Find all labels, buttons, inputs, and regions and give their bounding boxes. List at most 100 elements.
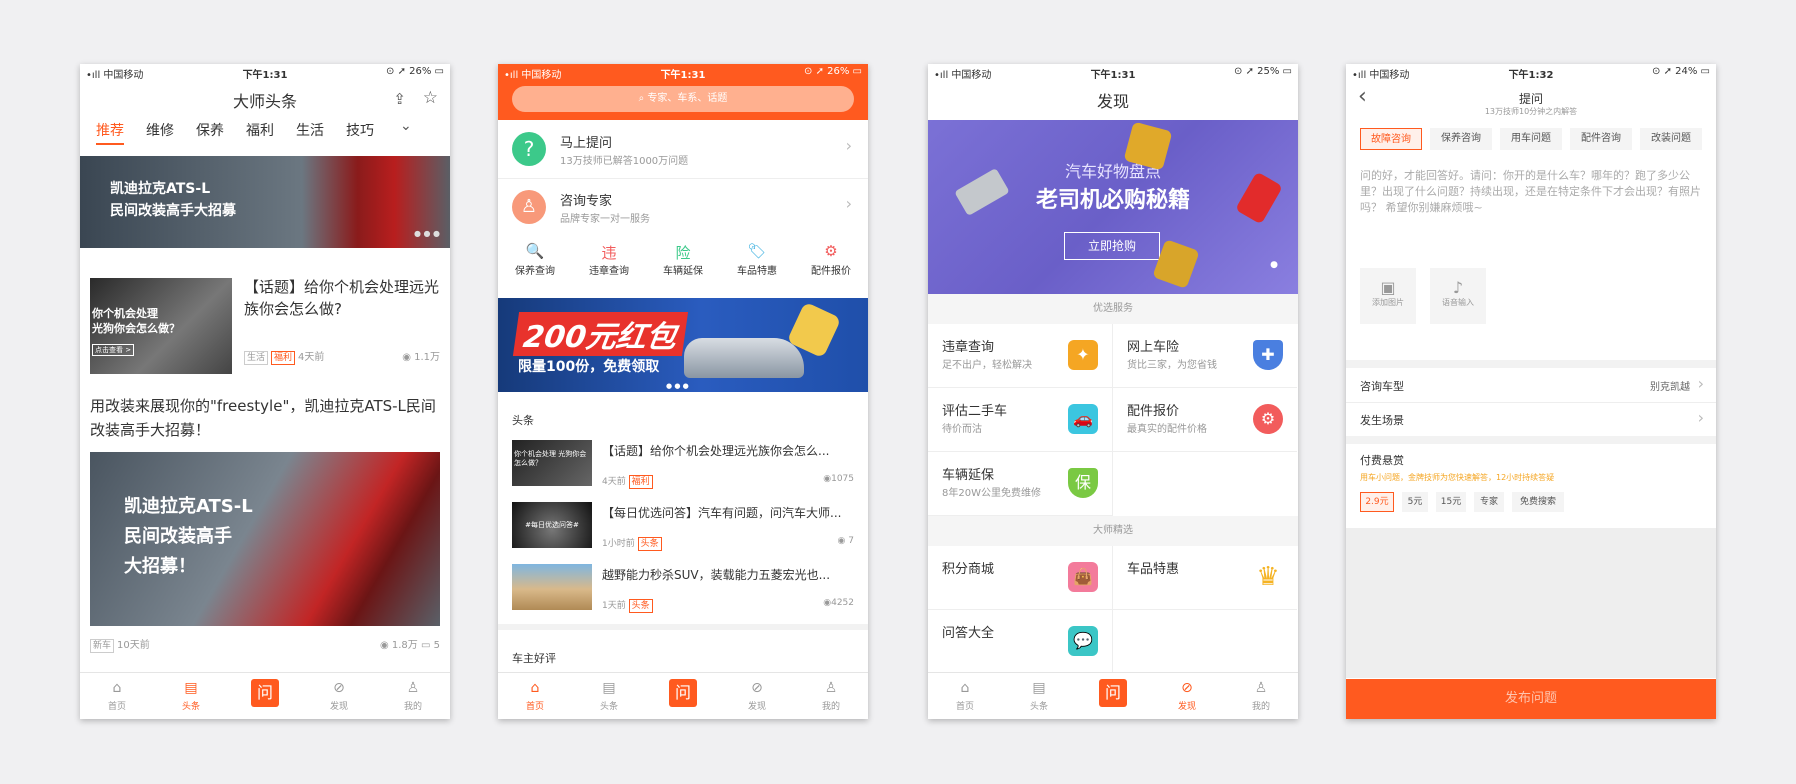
service-sub: 最真实的配件价格 (1127, 424, 1207, 435)
tab-ask[interactable]: 问 (1076, 673, 1150, 719)
service-insurance[interactable]: 网上车险 货比三家，为您省钱 ✚ (1113, 324, 1297, 388)
tab-home[interactable]: ⌂ 首页 (498, 673, 572, 719)
reward-option-free-search[interactable]: 免费搜索 (1512, 492, 1564, 512)
tag-welfare: 福利 (271, 351, 296, 365)
bottom-tab-bar: ⌂ 首页 ▤ 头条 问 ⊘ 发现 ♙ 我的 (498, 672, 868, 719)
service-sub: 货比三家，为您省钱 (1127, 360, 1217, 371)
microphone-icon: ♪ (1452, 278, 1464, 297)
service-grid: 🔍 保养查询 违违章查询 险车辆延保 🏷 车品特惠 ⚙ 配件报价 (498, 242, 868, 292)
tab-mine[interactable]: ♙ 我的 (794, 673, 868, 719)
scene-row[interactable]: 发生场景 › (1346, 402, 1716, 437)
car-icon: 🚗 (1068, 404, 1098, 434)
discover-banner[interactable]: 汽车好物盘点 老司机必购秘籍 立即抢购 ● (928, 120, 1298, 294)
consult-expert-row[interactable]: ♙ 咨询专家 品牌专家一对一服务 › (498, 178, 868, 236)
tag-newcar: 新车 (90, 639, 115, 653)
chip-usage[interactable]: 用车问题 (1500, 128, 1562, 150)
insurance-icon: 险 (675, 244, 691, 262)
ask-icon: 问 (669, 679, 697, 707)
tab-tips[interactable]: 技巧 (346, 120, 374, 140)
tab-discover[interactable]: ⊘ 发现 (302, 673, 376, 719)
add-image-button[interactable]: ▣ 添加图片 (1360, 268, 1416, 324)
service-label: 车辆延保 (663, 266, 703, 277)
list-item[interactable]: 越野能力秒杀SUV，装载能力五菱宏光也... 1天前 头条 ◉4252 (498, 558, 868, 620)
article-title[interactable]: 【话题】给你个机会处理远光族你会怎么做? (244, 276, 440, 320)
service-label: 违章查询 (589, 266, 629, 277)
service-used-car[interactable]: 评估二手车 待价而沽 🚗 (928, 388, 1113, 452)
voice-input-label: 语音输入 (1442, 298, 1474, 307)
service-warranty[interactable]: 车辆延保 8年20W公里免费维修 保 (928, 452, 1113, 516)
service-warranty[interactable]: 险车辆延保 (646, 242, 720, 277)
service-deals[interactable]: 🏷 车品特惠 (720, 242, 794, 277)
ask-now-row[interactable]: ? 马上提问 13万技师已解答1000万问题 › (498, 120, 868, 179)
top-banner[interactable]: 凯迪拉克ATS-L 民间改装高手大招募 ● ● ● (80, 156, 450, 248)
chip-maintenance[interactable]: 保养咨询 (1430, 128, 1492, 150)
tab-home[interactable]: ⌂ 首页 (928, 673, 1002, 719)
reward-option-2.9[interactable]: 2.9元 (1360, 492, 1394, 512)
chip-parts[interactable]: 配件咨询 (1570, 128, 1632, 150)
service-parts-quote[interactable]: ⚙ 配件报价 (794, 242, 868, 277)
reward-option-15[interactable]: 15元 (1436, 492, 1466, 512)
police-cap-icon: ✦ (1068, 340, 1098, 370)
battery: ⊙ ➚ 26% ▭ (804, 66, 862, 77)
service-violation-query[interactable]: 违违章查询 (572, 242, 646, 277)
news-thumb: 你个机会处理 光狗你会怎么做？ (512, 440, 592, 486)
submit-question-button[interactable]: 发布问题 (1346, 679, 1716, 719)
tab-life[interactable]: 生活 (296, 120, 324, 140)
service-maintenance-query[interactable]: 🔍 保养查询 (498, 242, 572, 277)
chip-fault[interactable]: 故障咨询 (1360, 128, 1422, 150)
reward-option-5[interactable]: 5元 (1402, 492, 1428, 512)
image-icon: ▣ (1380, 278, 1396, 297)
buy-now-button[interactable]: 立即抢购 (1064, 232, 1160, 260)
pick-name: 问答大全 (942, 626, 995, 641)
tab-home[interactable]: ⌂ 首页 (80, 673, 154, 719)
question-textarea[interactable]: 问的好，才能回答好。请问：你开的是什么车？哪年的？跑了多少公里？出现了什么问题？… (1360, 168, 1702, 216)
search-placeholder: 专家、车系、话题 (647, 93, 728, 104)
tab-discover-label: 发现 (329, 702, 348, 712)
tab-news-label: 头条 (181, 702, 200, 712)
gear-icon: ⚙ (824, 242, 838, 260)
pick-points-mall[interactable]: 积分商城 👜 (928, 546, 1113, 610)
voice-input-button[interactable]: ♪ 语音输入 (1430, 268, 1486, 324)
article2-title[interactable]: 用改装来展现你的"freestyle"，凯迪拉克ATS-L民间改装高手大招募！ (90, 394, 440, 442)
pick-qa[interactable]: 问答大全 💬 (928, 610, 1113, 674)
tab-news[interactable]: ▤ 头条 (154, 673, 228, 719)
ask-icon: 问 (251, 679, 279, 707)
pick-deals[interactable]: 车品特惠 ♛ (1113, 546, 1297, 610)
article-thumbnail[interactable]: 你个机会处理 光狗你会怎么做？ 点击查看 > (90, 278, 232, 374)
tab-recommend[interactable]: 推荐 (96, 120, 124, 140)
promo-banner[interactable]: 200元红包 限量100份，免费领取 ● ● ● (498, 298, 868, 392)
tab-news[interactable]: ▤ 头条 (1002, 673, 1076, 719)
service-parts[interactable]: 配件报价 最真实的配件价格 ⚙ (1113, 388, 1297, 452)
chip-modification[interactable]: 改装问题 (1640, 128, 1702, 150)
tab-discover[interactable]: ⊘ 发现 (1150, 673, 1224, 719)
service-label: 保养查询 (515, 266, 555, 277)
tab-welfare[interactable]: 福利 (246, 120, 274, 140)
star-icon[interactable]: ☆ (423, 88, 438, 108)
tab-mine[interactable]: ♙ 我的 (376, 673, 450, 719)
article2-image[interactable]: 凯迪拉克ATS-L 民间改装高手 大招募！ (90, 452, 440, 626)
tab-ask[interactable]: 问 (646, 673, 720, 719)
tab-news[interactable]: ▤ 头条 (572, 673, 646, 719)
tab-ask[interactable]: 问 (228, 673, 302, 719)
article2-stats: ◉ 1.8万 ▭ 5 (380, 636, 440, 651)
tab-maintenance[interactable]: 保养 (196, 120, 224, 140)
list-item[interactable]: #每日优选问答# 【每日优选问答】汽车有问题，问汽车大师... 1小时前 头条 … (498, 496, 868, 558)
chevron-down-icon[interactable]: ⌄ (400, 118, 412, 134)
chevron-right-icon: › (845, 136, 852, 155)
service-violation[interactable]: 违章查询 足不出户，轻松解决 ✦ (928, 324, 1113, 388)
search-input[interactable]: ⌕ 专家、车系、话题 (512, 86, 854, 112)
image-line3: 大招募！ (124, 556, 196, 577)
reward-option-expert[interactable]: 专家 (1474, 492, 1504, 512)
tab-repair[interactable]: 维修 (146, 120, 174, 140)
car-model-row[interactable]: 咨询车型 别克凯越 › (1346, 368, 1716, 403)
service-name: 评估二手车 (942, 404, 1008, 419)
tab-mine-label: 我的 (403, 702, 422, 712)
tab-home-label: 首页 (525, 702, 544, 712)
share-icon[interactable]: ⇪ (393, 90, 406, 108)
banner-line2: 民间改装高手大招募 (110, 203, 236, 219)
home-icon: ⌂ (960, 680, 970, 696)
tab-mine[interactable]: ♙ 我的 (1224, 673, 1298, 719)
list-item[interactable]: 你个机会处理 光狗你会怎么做？ 【话题】给你个机会处理远光族你会怎么... 4天… (498, 434, 868, 496)
tab-discover[interactable]: ⊘ 发现 (720, 673, 794, 719)
views-value: 7 (848, 536, 854, 546)
